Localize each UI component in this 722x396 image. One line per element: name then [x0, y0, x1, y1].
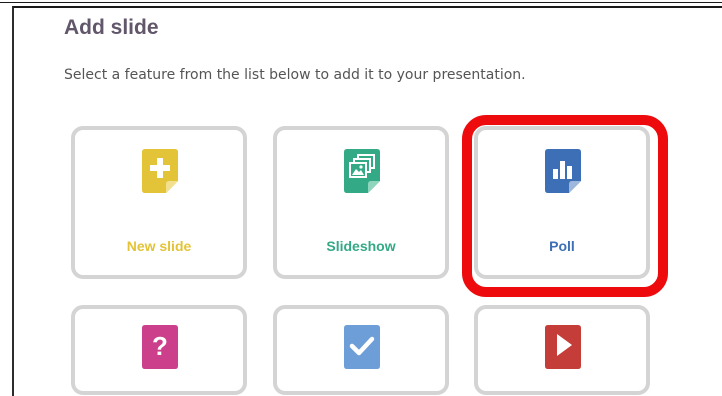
- slideshow-tile[interactable]: Slideshow: [273, 126, 449, 279]
- slideshow-label: Slideshow: [326, 238, 396, 254]
- page-subtitle: Select a feature from the list below to …: [64, 67, 526, 83]
- new-slide-label: New slide: [126, 238, 192, 254]
- video-tile[interactable]: [474, 305, 650, 395]
- checkmark-tile[interactable]: [273, 305, 449, 395]
- poll-tile[interactable]: Poll: [474, 126, 650, 279]
- new-slide-tile[interactable]: New slide: [71, 126, 247, 279]
- page-title: Add slide: [64, 16, 159, 39]
- bar-chart-icon: [545, 149, 581, 193]
- image-stack-icon: [344, 149, 380, 193]
- poll-label: Poll: [549, 238, 575, 254]
- play-icon: [545, 325, 581, 369]
- checkmark-icon: [344, 325, 380, 369]
- window-top-border: [0, 2, 722, 3]
- question-icon: ?: [142, 325, 178, 369]
- svg-text:?: ?: [152, 331, 168, 361]
- question-tile[interactable]: ?: [71, 305, 247, 395]
- plus-document-icon: [142, 149, 178, 193]
